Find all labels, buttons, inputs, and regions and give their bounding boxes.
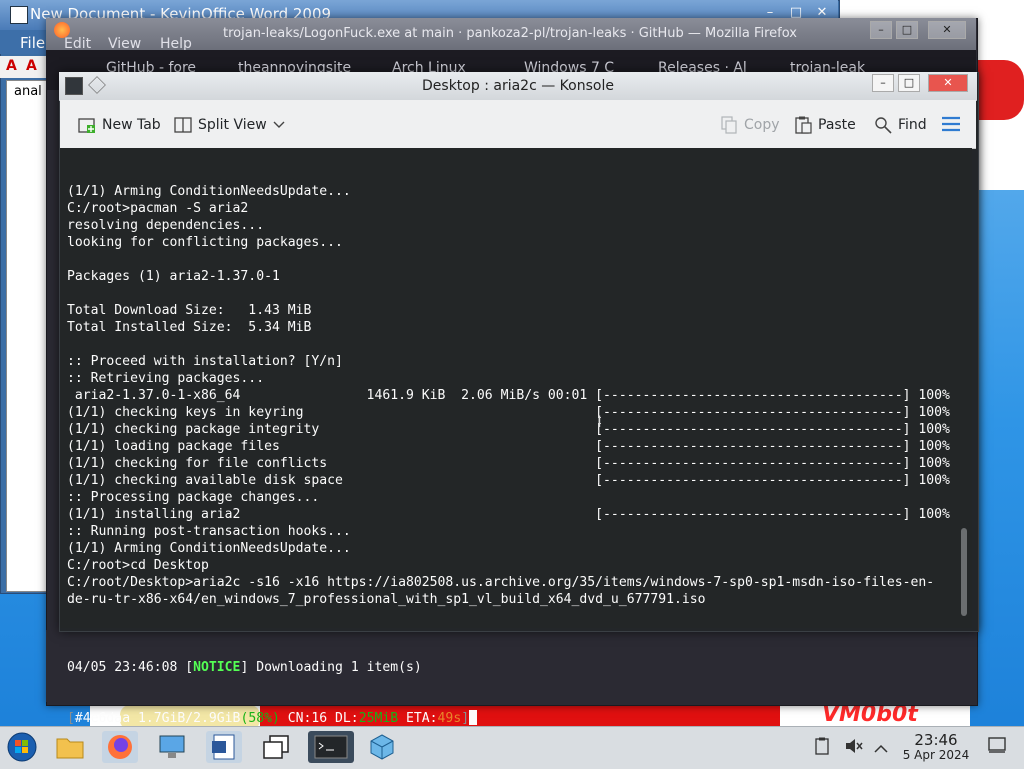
clock-time[interactable]: 23:46 <box>912 731 960 749</box>
paste-button[interactable]: Paste <box>794 116 856 134</box>
terminal-line: (1/1) checking for file conflicts [-----… <box>67 456 950 471</box>
scrollbar-thumb[interactable] <box>961 528 967 616</box>
terminal-line: :: Retrieving packages... <box>67 371 265 386</box>
terminal-line: (1/1) checking available disk space [---… <box>67 473 950 488</box>
close-icon[interactable]: ✕ <box>928 74 968 92</box>
volume-muted-tray-icon[interactable] <box>844 737 864 759</box>
terminal-line: :: Processing package changes... <box>67 490 320 505</box>
terminal-line: (1/1) Arming ConditionNeedsUpdate... <box>67 541 351 556</box>
taskbar-firefox[interactable] <box>102 731 138 763</box>
start-menu-button[interactable] <box>4 731 40 763</box>
taskbar-file-manager[interactable] <box>52 731 88 763</box>
copy-button[interactable]: Copy <box>720 116 780 134</box>
search-icon <box>875 117 892 134</box>
word-menu-file[interactable]: File <box>20 34 45 52</box>
terminal-line: (1/1) loading package files [-----------… <box>67 439 950 454</box>
clipboard-icon <box>815 737 829 755</box>
firefox-window-title: trojan-leaks/LogonFuck.exe at main · pan… <box>223 26 797 41</box>
hamburger-menu-icon <box>942 116 960 132</box>
new-tab-button[interactable]: New Tab <box>78 116 161 134</box>
windows-stack-icon <box>263 735 289 759</box>
split-view-label: Split View <box>198 117 267 133</box>
chevron-up-icon <box>874 744 888 753</box>
font-color-icon[interactable]: A <box>6 58 17 74</box>
terminal-line: Packages (1) aria2-1.37.0-1 <box>67 269 280 284</box>
split-view-button[interactable]: Split View <box>174 116 285 134</box>
tray-expand-button[interactable] <box>874 739 888 758</box>
clock-date[interactable]: 5 Apr 2024 <box>898 748 974 762</box>
terminal-line: (1/1) checking keys in keyring [--------… <box>67 405 950 420</box>
taskbar-word[interactable] <box>206 731 242 763</box>
terminal-line: :: Proceed with installation? [Y/n] <box>67 354 343 369</box>
terminal-line: C:/root/Desktop>aria2c -s16 -x16 https:/… <box>67 575 935 590</box>
maximize-icon[interactable]: □ <box>898 74 920 92</box>
highlight-icon[interactable]: A <box>26 58 37 74</box>
terminal-line: (1/1) installing aria2 [----------------… <box>67 507 950 522</box>
terminal-notice-line: 04/05 23:46:08 [NOTICE] Downloading 1 it… <box>67 660 422 675</box>
taskbar-virtualbox[interactable] <box>364 731 400 763</box>
close-icon[interactable]: ✕ <box>928 21 966 39</box>
firefox-icon <box>108 735 132 759</box>
new-tab-icon <box>78 118 95 133</box>
terminal-line: C:/root>cd Desktop <box>67 558 209 573</box>
minimize-icon[interactable]: – <box>872 74 894 92</box>
terminal-line: aria2-1.37.0-1-x86_64 1461.9 KiB 2.06 Mi… <box>67 388 950 403</box>
copy-label: Copy <box>744 117 780 133</box>
maximize-icon[interactable]: □ <box>896 21 918 39</box>
word-document-area[interactable] <box>6 80 48 592</box>
word-icon <box>212 734 235 760</box>
taskbar-control-panel[interactable] <box>154 731 190 763</box>
terminal-output: (1/1) Arming ConditionNeedsUpdate... C:/r… <box>67 149 957 744</box>
terminal-line: Total Download Size: 1.43 MiB <box>67 303 312 318</box>
show-desktop-button[interactable] <box>988 737 1006 757</box>
terminal-line: C:/root>pacman -S aria2 <box>67 201 249 216</box>
terminal-cursor <box>469 710 478 725</box>
minimize-icon[interactable]: – <box>870 21 892 39</box>
taskbar-window-switcher[interactable] <box>258 731 294 763</box>
speaker-muted-icon <box>846 739 863 753</box>
terminal-line: (1/1) checking package integrity [------… <box>67 422 950 437</box>
terminal-line: :: Running post-transaction hooks... <box>67 524 351 539</box>
word-app-icon <box>10 6 28 24</box>
folder-icon <box>56 738 84 759</box>
computer-icon <box>159 735 185 758</box>
clipboard-tray-icon[interactable] <box>814 737 830 759</box>
terminal-icon <box>314 735 348 759</box>
hamburger-menu-button[interactable] <box>940 115 962 137</box>
show-desktop-icon <box>988 737 1006 753</box>
start-orb-icon <box>7 732 37 762</box>
terminal-line: (1/1) Arming ConditionNeedsUpdate... <box>67 184 351 199</box>
new-tab-label: New Tab <box>102 117 161 133</box>
terminal-status-line: [#4e6daa 1.7GiB/2.9GiB(58%) CN:16 DL:25M… <box>67 710 957 727</box>
terminal-line: resolving dependencies... <box>67 218 265 233</box>
taskbar-konsole[interactable] <box>308 731 354 763</box>
paste-icon <box>795 116 812 134</box>
cube-icon <box>370 734 394 760</box>
chevron-down-icon[interactable] <box>273 121 285 129</box>
copy-icon <box>721 116 737 134</box>
paste-label: Paste <box>818 117 856 133</box>
konsole-app-icon[interactable] <box>65 77 83 95</box>
terminal-line: de-ru-tr-x86-x64/en_windows_7_profession… <box>67 592 706 607</box>
terminal-line: looking for conflicting packages... <box>67 235 343 250</box>
terminal-line: Total Installed Size: 5.34 MiB <box>67 320 312 335</box>
find-label: Find <box>898 117 927 133</box>
mouse-ibeam-icon: I <box>597 412 602 431</box>
split-view-icon <box>174 117 192 133</box>
konsole-window-title: Desktop : aria2c — Konsole <box>422 78 614 94</box>
find-button[interactable]: Find <box>874 116 927 134</box>
